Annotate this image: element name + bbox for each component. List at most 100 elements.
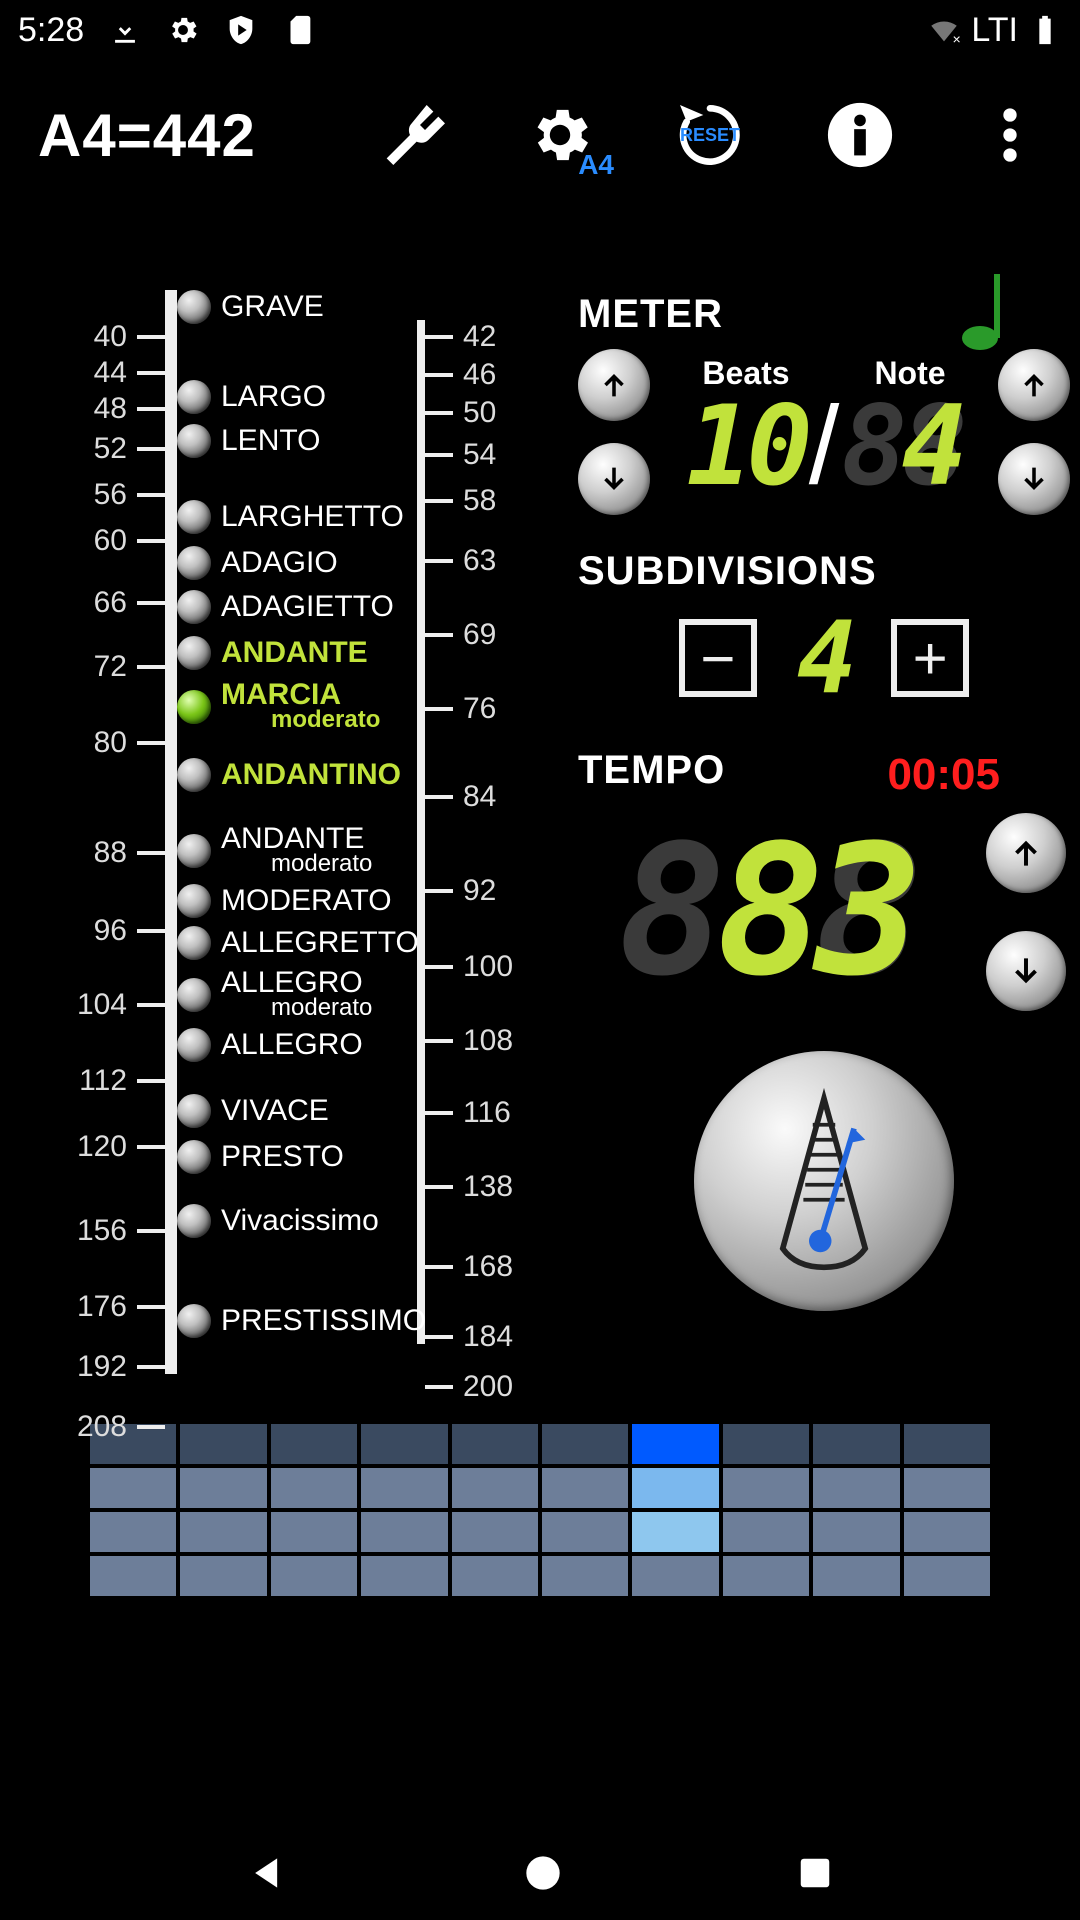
- metronome-play-button[interactable]: [694, 1051, 954, 1311]
- radio-icon: [177, 1028, 211, 1062]
- beat-cell[interactable]: [813, 1424, 899, 1464]
- beat-cell[interactable]: [361, 1424, 447, 1464]
- tempo-term-adagietto[interactable]: ADAGIETTO: [177, 590, 394, 624]
- reset-button[interactable]: RESET: [670, 95, 750, 175]
- radio-icon: [177, 926, 211, 960]
- tuning-fork-button[interactable]: [370, 95, 450, 175]
- note-icon: [960, 270, 1020, 355]
- tempo-term-vivacissimo[interactable]: Vivacissimo: [177, 1204, 379, 1238]
- beat-cell[interactable]: [90, 1512, 176, 1552]
- beat-cell[interactable]: [452, 1424, 538, 1464]
- beat-cell[interactable]: [632, 1512, 718, 1552]
- tempo-down-button[interactable]: [986, 931, 1066, 1011]
- tempo-term-andantino[interactable]: ANDANTINO: [177, 758, 401, 792]
- scale-tick: 48: [10, 392, 165, 426]
- beat-cell[interactable]: [904, 1512, 990, 1552]
- subdiv-plus-button[interactable]: +: [891, 619, 969, 697]
- term-label: ADAGIO: [221, 548, 338, 578]
- scale-tick: 54: [425, 438, 525, 472]
- nav-recent-button[interactable]: [796, 1854, 834, 1897]
- beat-cell[interactable]: [90, 1468, 176, 1508]
- scale-tick: 60: [10, 524, 165, 558]
- beat-cell[interactable]: [904, 1468, 990, 1508]
- tempo-term-allegretto[interactable]: ALLEGRETTO: [177, 926, 419, 960]
- android-nav-bar: [0, 1830, 1080, 1920]
- settings-a4-button[interactable]: A4: [520, 95, 600, 175]
- beat-cell[interactable]: [813, 1468, 899, 1508]
- overflow-menu-button[interactable]: [970, 95, 1050, 175]
- tempo-term-lento[interactable]: LENTO: [177, 424, 320, 458]
- tempo-term-vivace[interactable]: VIVACE: [177, 1094, 329, 1128]
- beat-cell[interactable]: [542, 1512, 628, 1552]
- beat-cell[interactable]: [632, 1556, 718, 1596]
- beat-cell[interactable]: [813, 1556, 899, 1596]
- beats-up-button[interactable]: [578, 349, 650, 421]
- android-status-bar: 5:28 × LTI: [0, 0, 1080, 60]
- tempo-term-andante[interactable]: ANDANTE: [177, 636, 368, 670]
- nav-home-button[interactable]: [523, 1853, 563, 1898]
- note-value: 04: [841, 382, 961, 510]
- scale-tick: 50: [425, 396, 525, 430]
- beat-cell[interactable]: [271, 1468, 357, 1508]
- tempo-term-allegro[interactable]: ALLEGROmoderato: [177, 968, 372, 1022]
- beat-cell[interactable]: [542, 1556, 628, 1596]
- note-down-button[interactable]: [998, 443, 1070, 515]
- nav-back-button[interactable]: [246, 1851, 290, 1900]
- beat-cell[interactable]: [452, 1512, 538, 1552]
- tempo-term-prestissimo[interactable]: PRESTISSIMO: [177, 1304, 426, 1338]
- beat-cell[interactable]: [452, 1556, 538, 1596]
- beats-down-button[interactable]: [578, 443, 650, 515]
- beat-cell[interactable]: [361, 1556, 447, 1596]
- beat-cell[interactable]: [452, 1468, 538, 1508]
- meter-section: METER Beats Note 10 /: [578, 270, 1070, 515]
- tempo-term-marcia[interactable]: MARCIAmoderato: [177, 680, 380, 734]
- beat-cell[interactable]: [723, 1468, 809, 1508]
- scale-tick: 84: [425, 780, 525, 814]
- tempo-term-moderato[interactable]: MODERATO: [177, 884, 392, 918]
- beat-cell[interactable]: [180, 1468, 266, 1508]
- beat-cell[interactable]: [361, 1468, 447, 1508]
- beat-cell[interactable]: [90, 1556, 176, 1596]
- beat-cell[interactable]: [632, 1468, 718, 1508]
- beat-cell[interactable]: [271, 1512, 357, 1552]
- tempo-up-button[interactable]: [986, 813, 1066, 893]
- scale-tick: 200: [425, 1370, 525, 1404]
- beat-cell[interactable]: [542, 1424, 628, 1464]
- beat-cell[interactable]: [723, 1556, 809, 1596]
- beat-cell[interactable]: [904, 1556, 990, 1596]
- status-time: 5:28: [18, 11, 84, 50]
- beat-cell[interactable]: [271, 1424, 357, 1464]
- tempo-term-andante[interactable]: ANDANTEmoderato: [177, 824, 372, 878]
- radio-icon: [177, 978, 211, 1012]
- term-label: LENTO: [221, 426, 320, 456]
- radio-icon: [177, 834, 211, 868]
- scale-tick: 120: [10, 1130, 165, 1164]
- tempo-term-allegro[interactable]: ALLEGRO: [177, 1028, 363, 1062]
- subdiv-minus-button[interactable]: −: [679, 619, 757, 697]
- beat-cell[interactable]: [904, 1424, 990, 1464]
- beat-cell[interactable]: [723, 1424, 809, 1464]
- scale-tick: 116: [425, 1096, 525, 1130]
- beat-cell[interactable]: [180, 1512, 266, 1552]
- tempo-term-largo[interactable]: LARGO: [177, 380, 326, 414]
- note-up-button[interactable]: [998, 349, 1070, 421]
- beat-grid[interactable]: [90, 1424, 990, 1596]
- beat-cell[interactable]: [180, 1556, 266, 1596]
- beat-cell[interactable]: [813, 1512, 899, 1552]
- beat-cell[interactable]: [723, 1512, 809, 1552]
- beat-cell[interactable]: [542, 1468, 628, 1508]
- beat-cell[interactable]: [632, 1424, 718, 1464]
- scale-tick: 76: [425, 692, 525, 726]
- tempo-term-adagio[interactable]: ADAGIO: [177, 546, 338, 580]
- info-button[interactable]: [820, 95, 900, 175]
- beat-cell[interactable]: [180, 1424, 266, 1464]
- radio-icon: [177, 884, 211, 918]
- beat-grid-row: [90, 1468, 990, 1508]
- tempo-term-larghetto[interactable]: LARGHETTO: [177, 500, 404, 534]
- beat-cell[interactable]: [361, 1512, 447, 1552]
- tempo-term-presto[interactable]: PRESTO: [177, 1140, 344, 1174]
- beat-cell[interactable]: [271, 1556, 357, 1596]
- a4-sublabel: A4: [578, 149, 614, 181]
- tempo-terms-list[interactable]: GRAVE LARGO LENTO LARGHETTO ADAGIO ADAGIETTO A…: [177, 290, 417, 1370]
- tempo-term-grave[interactable]: GRAVE: [177, 290, 324, 324]
